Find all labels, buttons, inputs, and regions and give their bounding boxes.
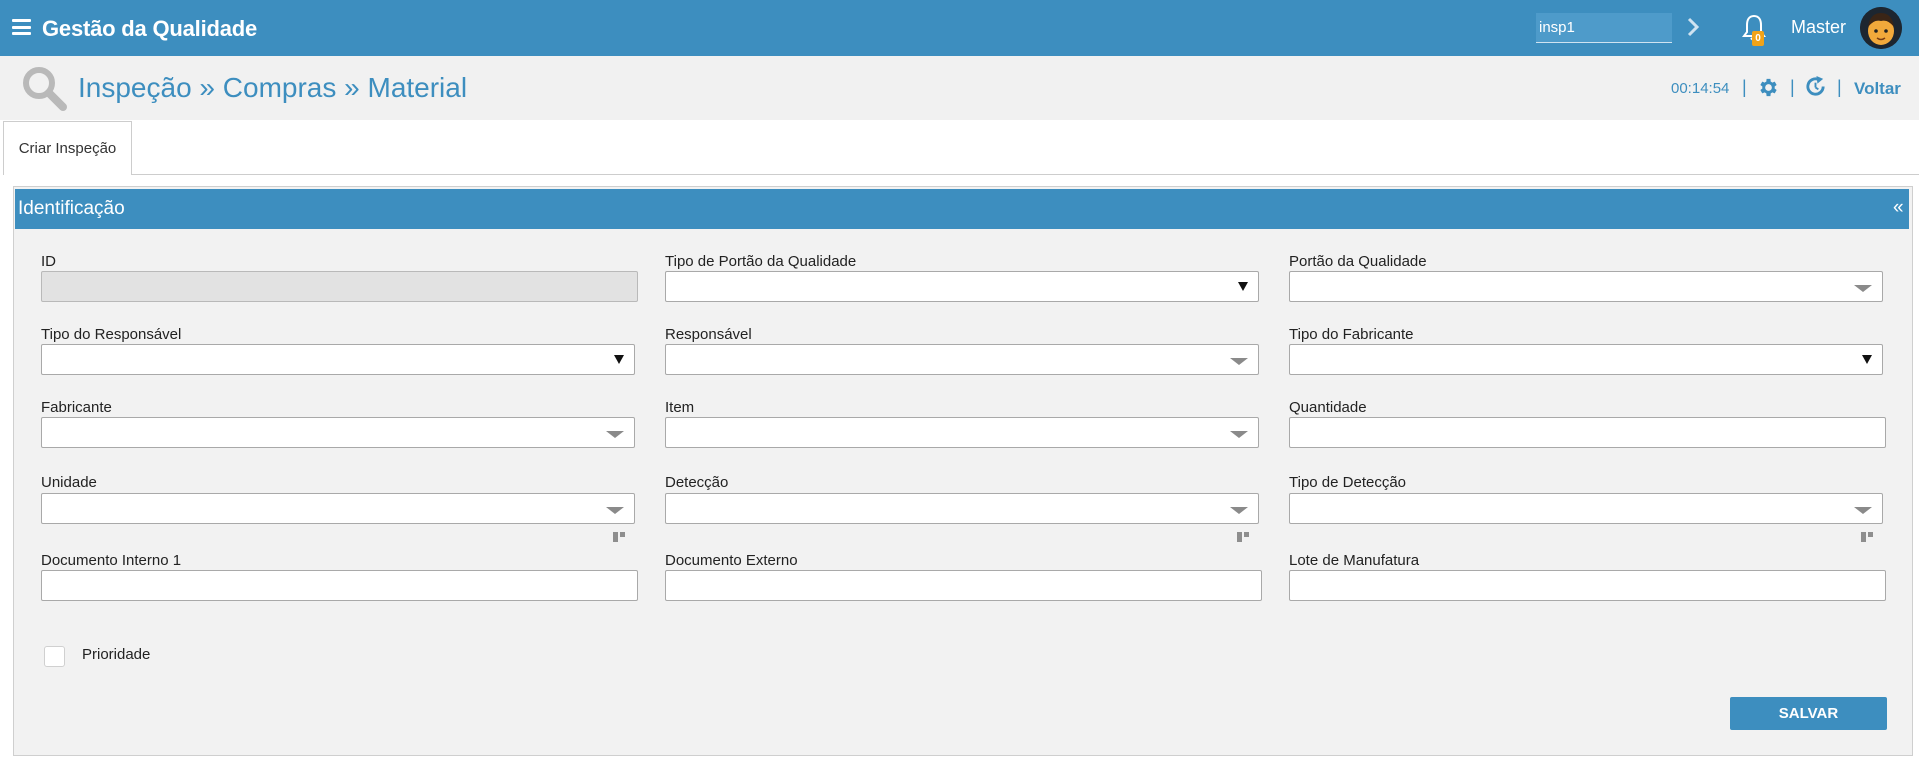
tipo-fabricante-select[interactable] [1289,344,1883,375]
dropdown-arrow-icon [1238,282,1248,291]
deteccao-select[interactable] [665,493,1259,524]
refresh-icon[interactable] [1804,75,1827,98]
toolbar-separator: | [1790,77,1795,97]
save-button[interactable]: SALVAR [1730,697,1887,730]
id-label: ID [41,253,56,270]
breadcrumb: Inspeção » Compras » Material [78,72,468,103]
chevron-down-icon [1230,431,1248,438]
toolbar-separator: | [1837,77,1842,97]
chevron-down-icon [1230,358,1248,365]
lote-label: Lote de Manufatura [1289,552,1420,569]
quantidade-label: Quantidade [1289,399,1367,416]
portao-label: Portão da Qualidade [1289,253,1427,270]
chevron-down-icon [1854,285,1872,292]
tab-divider [131,174,1919,175]
more-dots-icon[interactable] [1237,532,1257,542]
fabricante-label: Fabricante [41,399,112,416]
chevron-down-icon [606,507,624,514]
tipo-responsavel-label: Tipo do Responsável [41,326,182,343]
prioridade-checkbox[interactable] [44,646,65,667]
chevron-down-icon [1854,507,1872,514]
tipo-portao-label: Tipo de Portão da Qualidade [665,253,857,270]
avatar[interactable] [1860,7,1902,49]
lote-input[interactable] [1289,570,1886,601]
user-name[interactable]: Master [1791,17,1846,38]
search-input[interactable] [1536,13,1672,43]
id-field [41,271,638,302]
doc-interno-label: Documento Interno 1 [41,552,182,569]
app-title: Gestão da Qualidade [42,16,258,41]
chevron-down-icon [606,431,624,438]
quantidade-input[interactable] [1289,417,1886,448]
dropdown-arrow-icon [1862,355,1872,364]
item-label: Item [665,399,695,416]
responsavel-select[interactable] [665,344,1259,375]
deteccao-label: Detecção [665,474,729,491]
tipo-responsavel-select[interactable] [41,344,635,375]
tab-criar-inspecao[interactable]: Criar Inspeção [3,121,132,175]
chevron-right-icon[interactable] [1684,14,1706,40]
portao-select[interactable] [1289,271,1883,302]
tipo-deteccao-select[interactable] [1289,493,1883,524]
fabricante-select[interactable] [41,417,635,448]
chevron-down-icon [1230,507,1248,514]
tipo-deteccao-label: Tipo de Detecção [1289,474,1407,491]
magnifier-icon [23,67,67,111]
panel-header [15,189,1909,229]
prioridade-label: Prioridade [82,646,151,663]
hamburger-icon[interactable] [12,19,31,35]
tipo-portao-select[interactable] [665,271,1259,302]
dropdown-arrow-icon [614,355,624,364]
collapse-icon[interactable]: « [1893,197,1904,219]
unidade-select[interactable] [41,493,635,524]
session-timer: 00:14:54 [1671,80,1730,97]
tipo-fabricante-label: Tipo do Fabricante [1289,326,1414,343]
doc-interno-input[interactable] [41,570,638,601]
unidade-label: Unidade [41,474,97,491]
responsavel-label: Responsável [665,326,752,343]
notification-badge: 0 [1752,31,1764,46]
panel-title: Identificação [18,198,125,219]
doc-externo-label: Documento Externo [665,552,798,569]
item-select[interactable] [665,417,1259,448]
back-link[interactable]: Voltar [1854,79,1901,99]
more-dots-icon[interactable] [1861,532,1881,542]
more-dots-icon[interactable] [613,532,633,542]
toolbar-separator: | [1742,77,1747,97]
doc-externo-input[interactable] [665,570,1262,601]
gear-icon[interactable] [1757,76,1780,99]
